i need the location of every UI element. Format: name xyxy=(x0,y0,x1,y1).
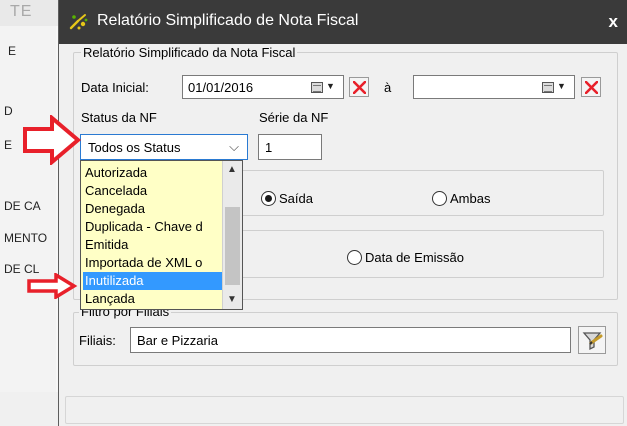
status-selected-value: Todos os Status xyxy=(88,140,181,155)
dialog-title: Relatório Simplificado de Nota Fiscal xyxy=(97,12,359,29)
status-nf-combobox[interactable]: Todos os Status ⌵ xyxy=(80,134,248,160)
data-inicial-value: 01/01/2016 xyxy=(188,80,254,95)
calendar-icon[interactable] xyxy=(542,82,554,93)
data-inicial-label: Data Inicial: xyxy=(81,80,149,95)
annotation-arrow-icon xyxy=(23,115,82,165)
a-label: à xyxy=(384,80,392,95)
scroll-down-icon[interactable]: ▼ xyxy=(227,294,237,305)
status-option[interactable]: Lançada xyxy=(83,290,222,308)
clear-x-icon xyxy=(585,81,598,94)
clear-data-inicial-button[interactable] xyxy=(349,77,369,97)
background-footer xyxy=(0,392,58,426)
status-option[interactable]: Autorizada xyxy=(83,164,222,182)
dropdown-scrollbar[interactable]: ▲ ▼ xyxy=(222,161,242,309)
status-nf-label: Status da NF xyxy=(81,110,157,125)
dropdown-arrow-icon[interactable]: ▼ xyxy=(326,81,335,91)
app-logo-icon xyxy=(69,14,88,30)
radio-data-emissao-label: Data de Emissão xyxy=(365,250,464,265)
background-top-label: TE xyxy=(10,3,33,20)
close-icon[interactable]: x xyxy=(609,12,618,32)
data-inicial-field[interactable]: 01/01/2016 ▼ xyxy=(182,75,344,99)
group-title: Relatório Simplificado da Nota Fiscal xyxy=(81,45,298,60)
background-topbar: TE xyxy=(0,0,60,26)
filiais-field[interactable]: Bar e Pizzaria xyxy=(130,327,571,353)
radio-saida-dot[interactable] xyxy=(261,191,276,206)
clear-data-final-button[interactable] xyxy=(581,77,601,97)
status-dropdown-list[interactable]: Autorizada Cancelada Denegada Duplicada … xyxy=(80,160,243,310)
dialog-footer xyxy=(65,396,624,424)
radio-saida-label: Saída xyxy=(279,191,313,206)
background-menu-item[interactable]: D xyxy=(4,104,13,118)
filter-icon xyxy=(582,332,603,351)
annotation-arrow-icon xyxy=(27,273,78,299)
scroll-up-icon[interactable]: ▲ xyxy=(227,164,237,175)
background-menu-item[interactable]: DE CA xyxy=(4,199,41,213)
background-menu-item[interactable]: E xyxy=(8,44,16,58)
filter-button[interactable] xyxy=(578,326,606,354)
status-option-selected[interactable]: Inutilizada xyxy=(83,272,222,290)
serie-nf-field[interactable]: 1 xyxy=(258,134,322,160)
chevron-down-icon[interactable]: ⌵ xyxy=(229,139,239,155)
filiais-value: Bar e Pizzaria xyxy=(137,333,218,348)
status-option[interactable]: Cancelada xyxy=(83,182,222,200)
background-menu-item[interactable]: MENTO xyxy=(4,231,47,245)
dialog-titlebar[interactable]: Relatório Simplificado de Nota Fiscal x xyxy=(59,0,627,44)
clear-x-icon xyxy=(353,81,366,94)
background-sidebar xyxy=(0,26,56,426)
radio-data-emissao-dot[interactable] xyxy=(347,250,362,265)
status-option[interactable]: Denegada xyxy=(83,200,222,218)
status-option[interactable]: Emitida xyxy=(83,236,222,254)
serie-nf-value: 1 xyxy=(265,140,273,155)
dropdown-arrow-icon[interactable]: ▼ xyxy=(557,81,566,91)
filiais-label: Filiais: xyxy=(79,333,116,348)
background-menu-item[interactable]: E xyxy=(4,138,12,152)
scrollbar-thumb[interactable] xyxy=(225,207,240,285)
data-final-field[interactable]: ▼ xyxy=(413,75,575,99)
serie-nf-label: Série da NF xyxy=(259,110,329,125)
status-option[interactable]: Importada de XML o xyxy=(83,254,222,272)
status-option[interactable]: Duplicada - Chave d xyxy=(83,218,222,236)
radio-ambas-label: Ambas xyxy=(450,191,491,206)
calendar-icon[interactable] xyxy=(311,82,323,93)
radio-ambas-dot[interactable] xyxy=(432,191,447,206)
